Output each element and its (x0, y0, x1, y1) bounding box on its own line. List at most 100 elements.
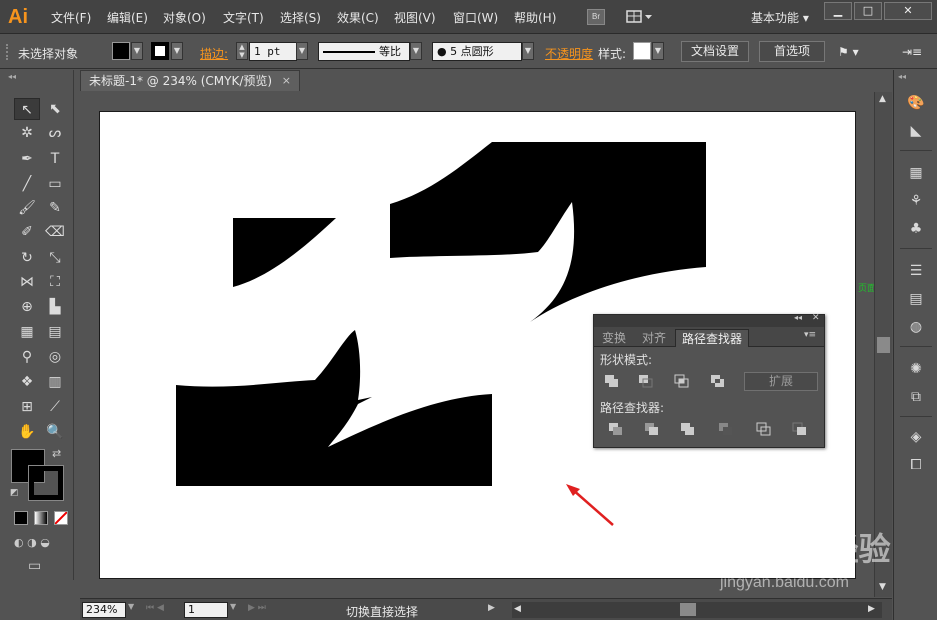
maximize-button[interactable]: □ (854, 2, 882, 20)
menu-effect[interactable]: 效果(C) (337, 9, 379, 26)
slice-tool-icon[interactable]: ⟋ (42, 396, 68, 418)
zoom-dropdown[interactable]: ▼ (128, 602, 134, 611)
brushes-panel-icon[interactable]: ⚘ (904, 190, 928, 212)
width-tool-icon[interactable]: ⋈ (14, 271, 40, 293)
align-flag-icon[interactable]: ⚑ ▾ (838, 45, 859, 59)
page-dropdown[interactable]: ▼ (230, 602, 236, 611)
graph-tool-icon[interactable]: ▙ (42, 296, 68, 318)
stroke-profile-field[interactable]: 等比 (318, 42, 410, 61)
expand-dock-icon[interactable]: ◂◂ (898, 72, 906, 81)
graphic-styles-panel-icon[interactable]: ⧉ (904, 386, 928, 408)
next-page-icon[interactable]: ▶ ⏭ (248, 603, 266, 613)
eyedropper-tool-icon[interactable]: ⚲ (14, 346, 40, 368)
menu-help[interactable]: 帮助(H) (514, 9, 556, 26)
rotate-tool-icon[interactable]: ↻ (14, 247, 40, 269)
stroke-weight-dropdown[interactable]: ▼ (296, 42, 308, 60)
swap-colors-icon[interactable]: ⇄ (52, 447, 61, 460)
status-menu-icon[interactable]: ▶ (488, 603, 495, 613)
panel-menu-icon[interactable]: ▾≡ (804, 330, 816, 340)
divide-icon[interactable] (608, 422, 624, 436)
scroll-up-icon[interactable]: ▲ (879, 94, 886, 104)
artwork-shape-bottom-left[interactable] (176, 330, 492, 486)
vertical-scroll-thumb[interactable] (877, 337, 890, 353)
outline-icon[interactable] (756, 422, 772, 436)
artwork-shape-top-left[interactable] (233, 218, 336, 287)
menu-file[interactable]: 文件(F) (51, 9, 91, 26)
menu-object[interactable]: 对象(O) (163, 9, 206, 26)
menu-select[interactable]: 选择(S) (280, 9, 321, 26)
stroke-weight-field[interactable]: 1 pt (249, 42, 297, 61)
pen-tool-icon[interactable]: ✒ (14, 148, 40, 170)
stroke-color-box[interactable] (28, 465, 64, 501)
type-tool-icon[interactable]: T (42, 148, 68, 170)
direct-selection-tool-icon[interactable]: ⬉ (42, 98, 68, 120)
gradient-panel-icon[interactable]: ▤ (904, 288, 928, 310)
blob-brush-tool-icon[interactable]: ✐ (14, 221, 40, 243)
style-swatch[interactable] (633, 42, 651, 60)
draw-mode-icons[interactable]: ◐ ◑ ◒ (14, 536, 50, 549)
free-transform-tool-icon[interactable]: ⛶ (42, 271, 68, 293)
artwork-shape-top-right[interactable] (390, 142, 706, 322)
line-tool-icon[interactable]: ╱ (14, 173, 40, 195)
page-field[interactable]: 1 (184, 602, 228, 618)
paintbrush-tool-icon[interactable]: 🖌 (14, 197, 40, 219)
tab-pathfinder[interactable]: 路径查找器 (675, 329, 750, 347)
swatches-panel-icon[interactable]: ▦ (904, 162, 928, 184)
collapse-panel-icon[interactable]: ◂◂ (794, 313, 802, 322)
expand-button[interactable]: 扩展 (744, 372, 818, 391)
first-page-icon[interactable]: ⏮ ◀ (146, 603, 164, 613)
stroke-profile-dropdown[interactable]: ▼ (410, 42, 422, 60)
style-dropdown[interactable]: ▼ (652, 42, 664, 60)
artboards-panel-icon[interactable]: ⧠ (904, 454, 928, 476)
panel-header[interactable]: ◂◂ ✕ (594, 313, 824, 327)
collapse-toolbox-icon[interactable]: ◂◂ (8, 72, 16, 81)
close-tab-icon[interactable]: × (282, 71, 291, 91)
stroke-panel-icon[interactable]: ☰ (904, 260, 928, 282)
gradient-tool-icon[interactable]: ▤ (42, 321, 68, 343)
brush-field[interactable]: ● 5 点圆形 (432, 42, 522, 61)
trim-icon[interactable] (644, 422, 660, 436)
symbols-panel-icon[interactable]: ♣ (904, 218, 928, 240)
fill-dropdown[interactable]: ▼ (131, 42, 143, 60)
stroke-dropdown[interactable]: ▼ (171, 42, 183, 60)
crop-icon[interactable] (718, 422, 734, 436)
magic-wand-tool-icon[interactable]: ✲ (14, 122, 40, 144)
stroke-weight-stepper[interactable]: ▲ ▼ (236, 42, 248, 60)
menu-edit[interactable]: 编辑(E) (107, 9, 148, 26)
selection-tool-icon[interactable]: ↖ (14, 98, 40, 120)
scroll-left-icon[interactable]: ◀ (514, 604, 521, 614)
rectangle-tool-icon[interactable]: ▭ (42, 173, 68, 195)
hand-tool-icon[interactable]: ✋ (14, 421, 40, 443)
panel-menu-icon[interactable]: ⇥≡ (902, 45, 922, 59)
column-graph-tool-icon[interactable]: ▥ (42, 371, 68, 393)
arrange-documents-button[interactable] (626, 9, 654, 25)
document-tab[interactable]: 未标题-1* @ 234% (CMYK/预览) × (80, 70, 300, 91)
menu-window[interactable]: 窗口(W) (453, 9, 498, 26)
minimize-button[interactable]: ▁ (824, 2, 852, 20)
menu-type[interactable]: 文字(T) (223, 9, 264, 26)
workspace-switcher[interactable]: 基本功能 ▾ (751, 9, 809, 26)
pencil-tool-icon[interactable]: ✎ (42, 197, 68, 219)
merge-icon[interactable] (680, 422, 696, 436)
horizontal-scrollbar[interactable]: ◀ ▶ (512, 602, 882, 618)
appearance-panel-icon[interactable]: ✺ (904, 358, 928, 380)
opacity-link[interactable]: 不透明度 (545, 45, 593, 62)
scale-tool-icon[interactable]: ⤡ (42, 247, 68, 269)
mesh-tool-icon[interactable]: ▦ (14, 321, 40, 343)
exclude-icon[interactable] (710, 374, 726, 388)
artboard-tool-icon[interactable]: ⊞ (14, 396, 40, 418)
shape-builder-tool-icon[interactable]: ⊕ (14, 296, 40, 318)
symbol-sprayer-tool-icon[interactable]: ❖ (14, 371, 40, 393)
color-guide-panel-icon[interactable]: ◣ (904, 120, 928, 142)
preferences-button[interactable]: 首选项 (759, 41, 825, 62)
stroke-swatch[interactable] (151, 42, 169, 60)
scroll-right-icon[interactable]: ▶ (868, 604, 875, 614)
horizontal-scroll-thumb[interactable] (680, 603, 696, 616)
lasso-tool-icon[interactable]: ᔕ (42, 122, 68, 144)
bridge-button[interactable]: Br (587, 9, 605, 25)
zoom-field[interactable]: 234% (82, 602, 126, 618)
unite-icon[interactable] (604, 374, 620, 388)
none-mode-icon[interactable] (54, 511, 68, 525)
close-button[interactable]: ✕ (884, 2, 932, 20)
menu-view[interactable]: 视图(V) (394, 9, 436, 26)
